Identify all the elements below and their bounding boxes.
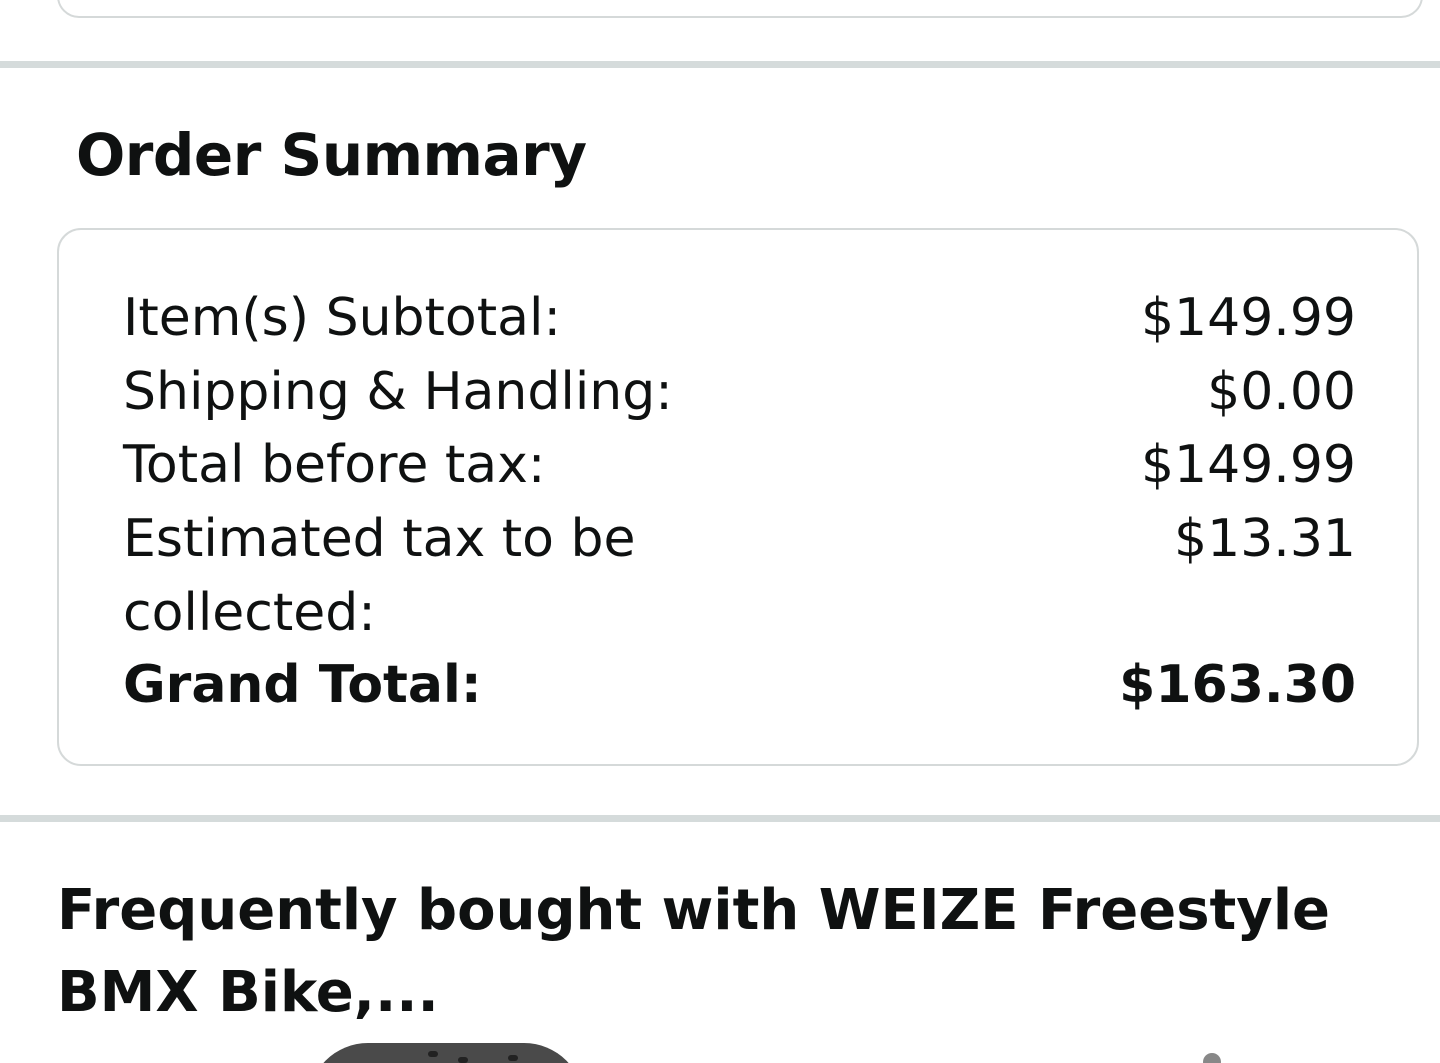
helmet-product-image[interactable] <box>308 1043 584 1063</box>
product-image[interactable] <box>1203 1053 1221 1063</box>
subtotal-row: Item(s) Subtotal: $149.99 <box>123 281 1356 355</box>
total-before-tax-value: $149.99 <box>1140 435 1356 495</box>
subtotal-label: Item(s) Subtotal: <box>123 288 561 348</box>
section-divider <box>0 61 1440 68</box>
shipping-label: Shipping & Handling: <box>123 362 673 422</box>
frequently-bought-title: Frequently bought with WEIZE Freestyle B… <box>57 878 1330 1025</box>
grand-total-row: Grand Total: $163.30 <box>123 648 1356 722</box>
grand-total-label: Grand Total: <box>123 655 482 715</box>
estimated-tax-value: $13.31 <box>1174 509 1356 569</box>
subtotal-value: $149.99 <box>1140 288 1356 348</box>
total-before-tax-row: Total before tax: $149.99 <box>123 428 1356 502</box>
grand-total-value: $163.30 <box>1119 655 1356 715</box>
helmet-vent <box>458 1057 468 1063</box>
order-page: Order Summary Item(s) Subtotal: $149.99 … <box>0 0 1440 1063</box>
helmet-vent <box>508 1055 518 1061</box>
section-divider <box>0 815 1440 822</box>
estimated-tax-row: Estimated tax to be collected: $13.31 <box>123 502 1356 650</box>
previous-section-card <box>57 0 1423 18</box>
shipping-row: Shipping & Handling: $0.00 <box>123 355 1356 429</box>
estimated-tax-label: Estimated tax to be collected: <box>123 509 636 643</box>
shipping-value: $0.00 <box>1207 362 1356 422</box>
total-before-tax-label: Total before tax: <box>123 435 546 495</box>
order-summary-title: Order Summary <box>76 121 587 189</box>
helmet-vent <box>428 1051 438 1057</box>
